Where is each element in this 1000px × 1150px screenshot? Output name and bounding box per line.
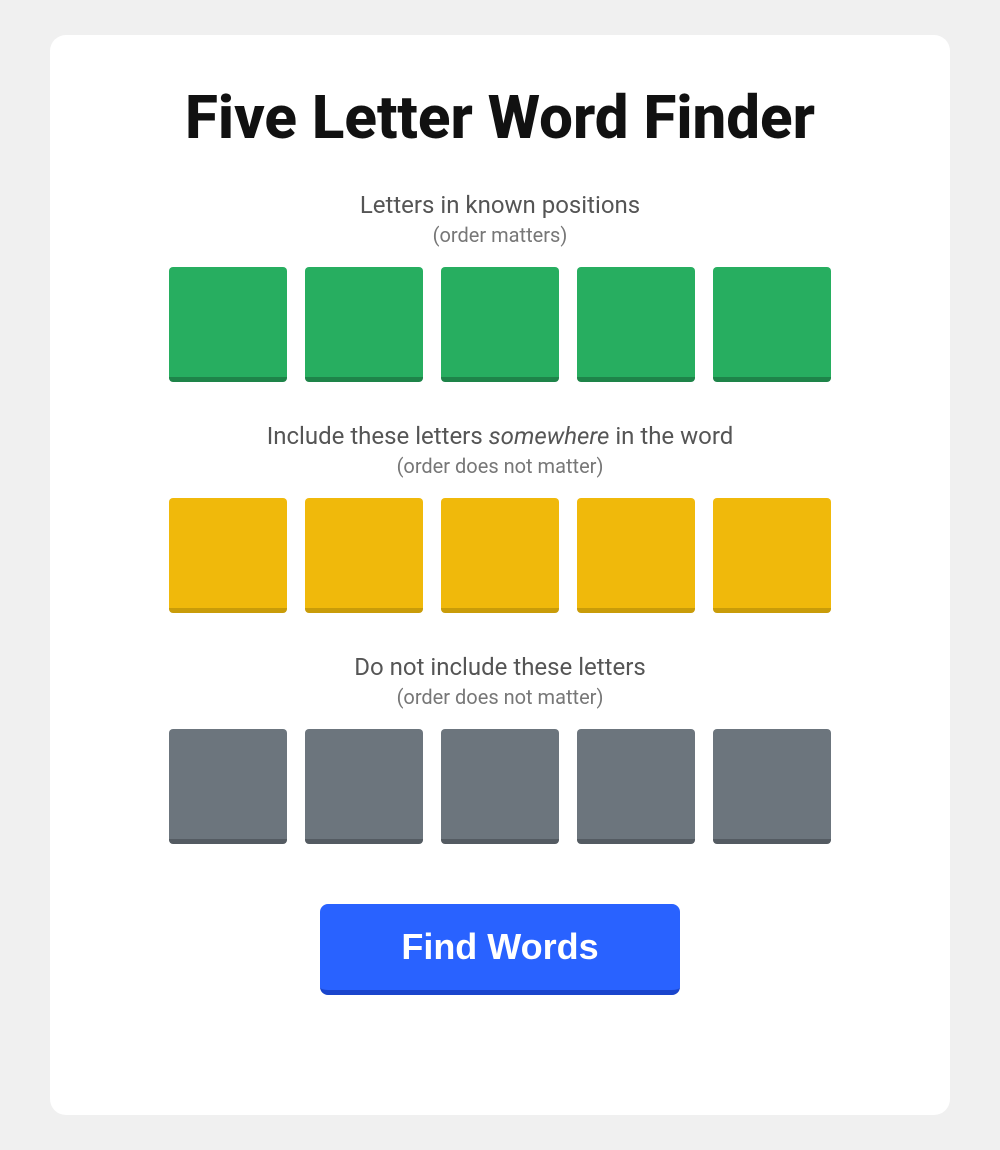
find-words-button[interactable]: Find Words bbox=[320, 904, 680, 995]
include-tile-1[interactable] bbox=[169, 498, 287, 613]
include-letters-label: Include these letters somewhere in the w… bbox=[267, 422, 734, 450]
exclude-tile-1[interactable] bbox=[169, 729, 287, 844]
include-tile-4[interactable] bbox=[577, 498, 695, 613]
known-positions-sublabel: (order matters) bbox=[433, 223, 568, 247]
exclude-tile-2[interactable] bbox=[305, 729, 423, 844]
known-tile-3[interactable] bbox=[441, 267, 559, 382]
exclude-letters-sublabel: (order does not matter) bbox=[397, 685, 604, 709]
known-tile-5[interactable] bbox=[713, 267, 831, 382]
include-letters-section: Include these letters somewhere in the w… bbox=[110, 422, 890, 613]
known-positions-label: Letters in known positions bbox=[360, 191, 640, 219]
known-tile-2[interactable] bbox=[305, 267, 423, 382]
exclude-tile-5[interactable] bbox=[713, 729, 831, 844]
include-letters-tile-row bbox=[169, 498, 831, 613]
exclude-tile-4[interactable] bbox=[577, 729, 695, 844]
known-positions-tile-row bbox=[169, 267, 831, 382]
main-card: Five Letter Word Finder Letters in known… bbox=[50, 35, 950, 1115]
page-title: Five Letter Word Finder bbox=[185, 85, 815, 151]
exclude-letters-tile-row bbox=[169, 729, 831, 844]
include-tile-5[interactable] bbox=[713, 498, 831, 613]
known-tile-1[interactable] bbox=[169, 267, 287, 382]
exclude-letters-section: Do not include these letters (order does… bbox=[110, 653, 890, 844]
exclude-letters-label: Do not include these letters bbox=[354, 653, 645, 681]
exclude-tile-3[interactable] bbox=[441, 729, 559, 844]
known-tile-4[interactable] bbox=[577, 267, 695, 382]
include-letters-sublabel: (order does not matter) bbox=[397, 454, 604, 478]
include-tile-2[interactable] bbox=[305, 498, 423, 613]
known-positions-section: Letters in known positions (order matter… bbox=[110, 191, 890, 382]
include-tile-3[interactable] bbox=[441, 498, 559, 613]
